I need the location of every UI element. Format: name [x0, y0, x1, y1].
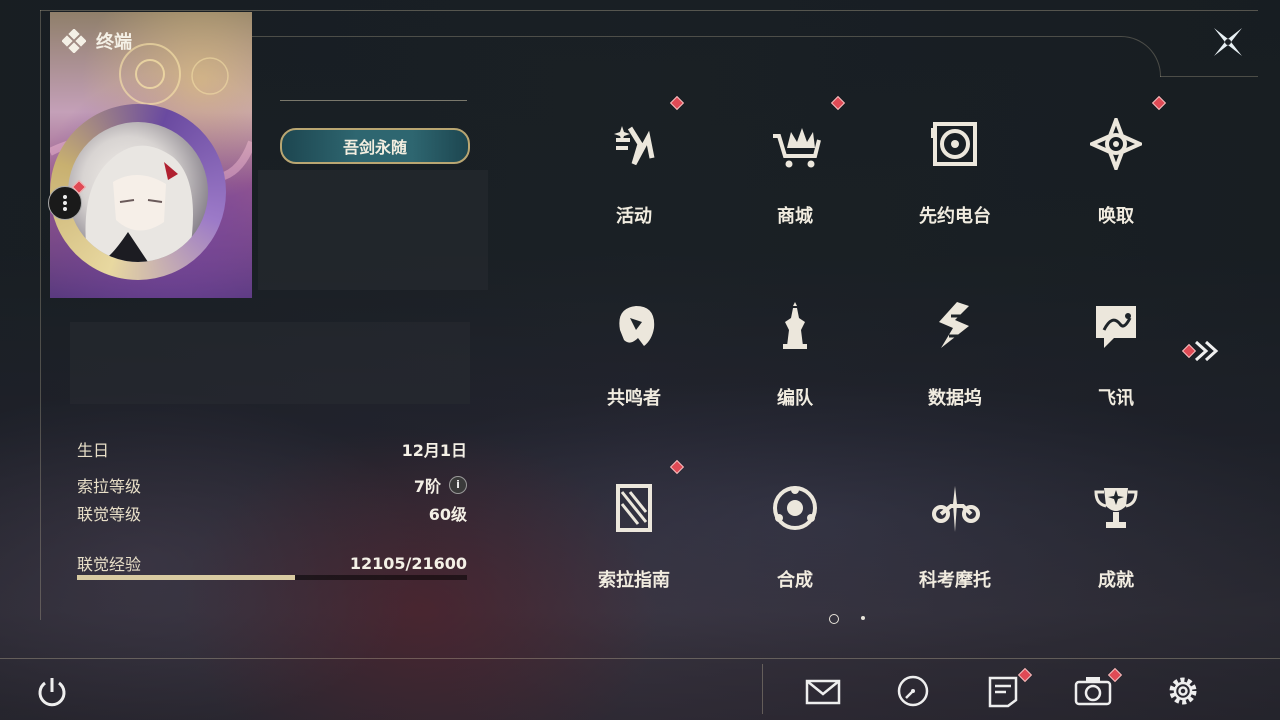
- menu-item-label: 合成: [777, 570, 813, 591]
- toolbar-separator: [762, 664, 763, 714]
- menu-item-label: 飞讯: [1098, 388, 1134, 409]
- data-bank-icon: [939, 302, 969, 348]
- pager-dot-active[interactable]: [829, 614, 839, 624]
- menu-item-activity[interactable]: 活动: [564, 95, 704, 260]
- clock-icon: [897, 675, 929, 707]
- menu-item-chat[interactable]: 飞讯: [1046, 292, 1186, 442]
- more-dots-icon: [63, 195, 67, 211]
- menu-item-label: 索拉指南: [598, 570, 670, 591]
- menu-item-label: 共鸣者: [607, 388, 661, 409]
- notes-icon: [988, 676, 1018, 708]
- stat-birthday-value: 12月1日: [401, 441, 467, 460]
- team-icon: [783, 302, 807, 349]
- exp-progress-fill: [77, 575, 296, 580]
- stat-union-exp-label: 联觉经验: [77, 555, 142, 574]
- stat-union-exp-value: 12105/21600: [349, 553, 467, 573]
- stat-birthday-label: 生日: [77, 441, 110, 460]
- pager-dot[interactable]: [861, 616, 865, 620]
- avatar[interactable]: [68, 122, 208, 262]
- camera-icon: [1074, 677, 1112, 706]
- close-icon: [1214, 28, 1242, 56]
- stat-sol-level-value-wrap: 7阶 i: [414, 473, 467, 497]
- signature-area: [70, 322, 470, 404]
- panel-title-text: 终端: [96, 32, 132, 53]
- menu-item-team[interactable]: 编队: [725, 292, 865, 442]
- power-icon: [38, 678, 66, 707]
- trophy-icon: [1094, 488, 1138, 528]
- menu-item-label: 先约电台: [919, 206, 991, 227]
- resonator-icon: [619, 306, 655, 346]
- frame-line-top: [40, 10, 1258, 11]
- toolbar-divider: [0, 658, 1280, 659]
- guidebook-icon: [616, 484, 652, 532]
- mail-icon: [805, 679, 841, 705]
- activity-icon: [614, 126, 655, 166]
- clock-button[interactable]: [894, 672, 932, 710]
- menu-item-radio[interactable]: 先约电台: [885, 110, 1025, 260]
- shop-icon: [773, 128, 821, 168]
- terminal-icon: [62, 29, 86, 53]
- menu-item-label: 商城: [777, 206, 813, 227]
- settings-button[interactable]: [1164, 672, 1202, 710]
- info-icon[interactable]: i: [449, 476, 467, 494]
- double-chevron-right-icon: [1194, 340, 1219, 362]
- menu-item-resonator[interactable]: 共鸣者: [564, 292, 704, 442]
- title-badge-text: 吾剑永随: [342, 138, 407, 157]
- title-badge[interactable]: 吾剑永随: [280, 128, 470, 164]
- menu-item-label: 数据坞: [928, 388, 982, 409]
- player-name-area: [258, 170, 488, 290]
- menu-item-motorcycle[interactable]: 科考摩托: [885, 474, 1025, 624]
- panel-title: 终端: [62, 28, 132, 54]
- chat-icon: [1096, 306, 1136, 348]
- menu-item-label: 成就: [1098, 570, 1134, 591]
- menu-item-label: 唤取: [1098, 206, 1134, 227]
- stat-sol-level-label: 索拉等级: [77, 477, 142, 496]
- power-button[interactable]: [34, 674, 72, 712]
- frame-corner: [250, 36, 1161, 77]
- stat-birthday: 生日 12月1日: [77, 437, 467, 461]
- stat-union-level-label: 联觉等级: [77, 505, 142, 524]
- menu-item-guidebook[interactable]: 索拉指南: [564, 459, 704, 624]
- frame-line-right: [1160, 76, 1258, 77]
- synthesis-icon: [773, 486, 817, 530]
- menu-item-label: 活动: [616, 206, 652, 227]
- exp-progress-bar: [77, 575, 467, 580]
- menu-item-shop[interactable]: 商城: [725, 95, 865, 260]
- next-page-button[interactable]: [1194, 338, 1224, 364]
- menu-item-label: 科考摩托: [919, 570, 991, 591]
- mail-button[interactable]: [804, 672, 842, 710]
- stat-sol-level: 索拉等级 7阶 i: [77, 473, 467, 497]
- gear-icon: [1169, 677, 1197, 705]
- menu-item-synthesis[interactable]: 合成: [725, 474, 865, 624]
- camera-button[interactable]: [1074, 672, 1112, 710]
- menu-item-data-bank[interactable]: 数据坞: [885, 292, 1025, 442]
- menu-item-trophy[interactable]: 成就: [1046, 474, 1186, 624]
- stat-union-level-value: 60级: [428, 505, 467, 524]
- stat-union-level: 联觉等级 60级: [77, 501, 467, 525]
- motorcycle-icon: [932, 486, 980, 532]
- stat-sol-level-value: 7阶: [413, 477, 441, 496]
- menu-item-convene[interactable]: 唤取: [1046, 95, 1186, 260]
- avatar-portrait: [85, 145, 193, 262]
- convene-icon: [1090, 118, 1142, 170]
- radio-icon: [931, 122, 977, 166]
- notes-button[interactable]: [984, 672, 1022, 710]
- menu-item-label: 编队: [777, 388, 813, 409]
- name-divider: [280, 100, 467, 101]
- close-button[interactable]: [1208, 22, 1248, 62]
- frame-line-left: [40, 10, 41, 620]
- stat-union-exp: 联觉经验 12105/21600: [77, 551, 467, 575]
